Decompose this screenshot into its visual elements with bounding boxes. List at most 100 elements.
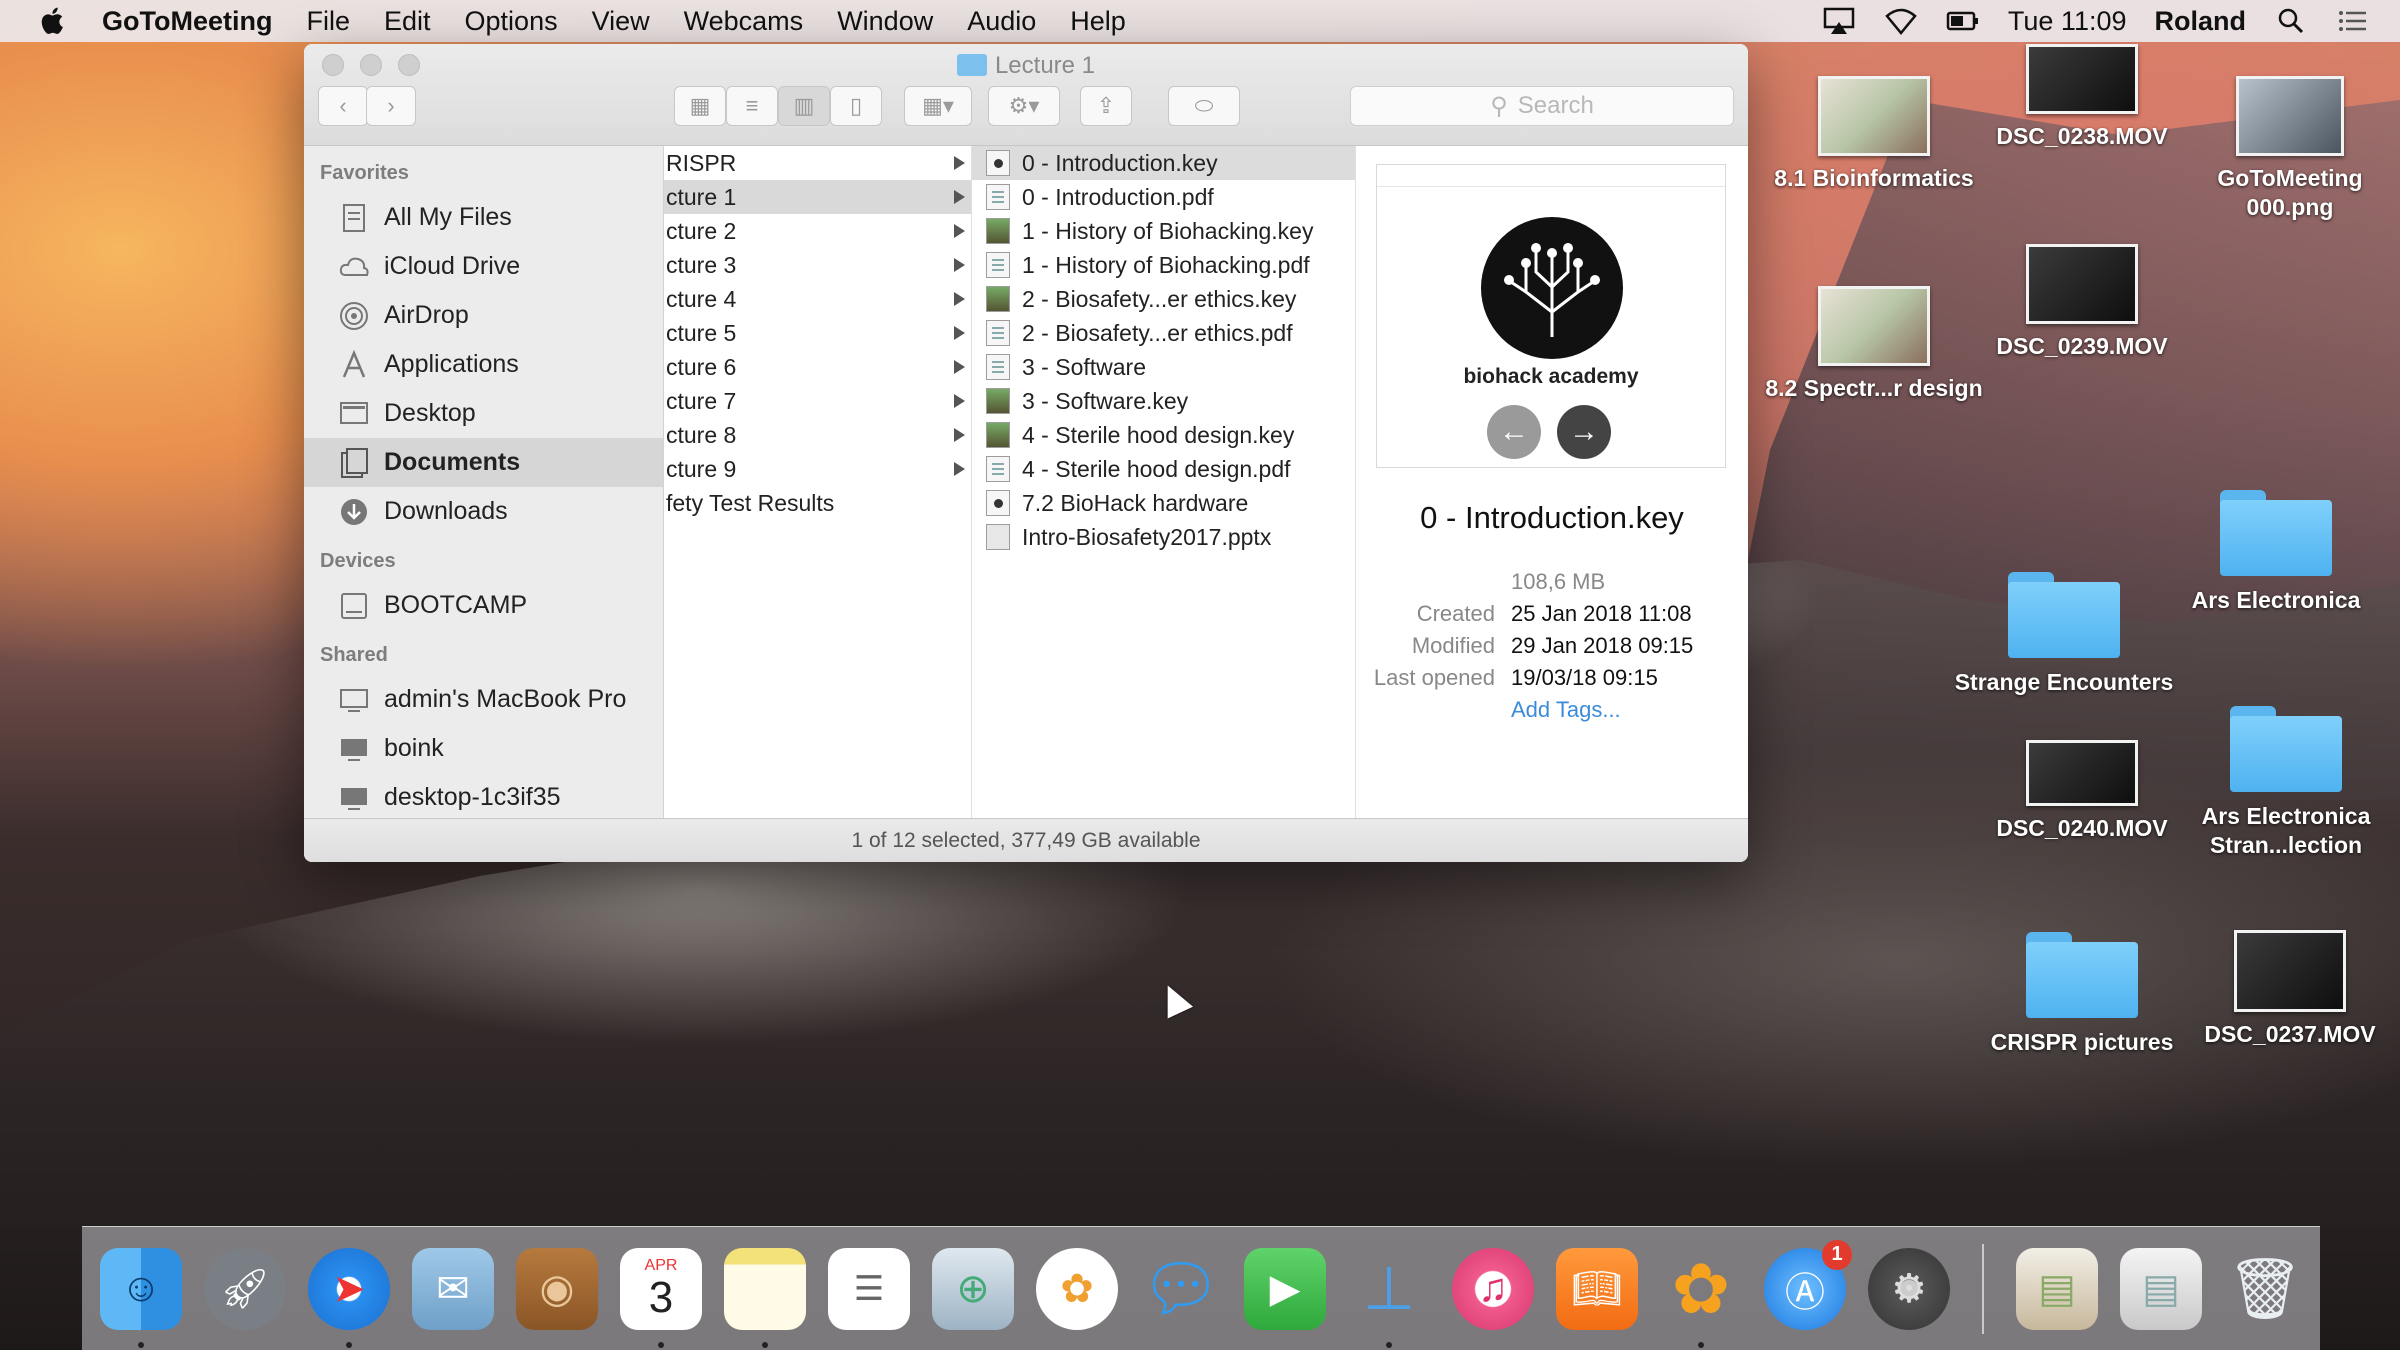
- ibooks-dock-icon[interactable]: 📖︎: [1556, 1247, 1638, 1330]
- file-row[interactable]: 2 - Biosafety...er ethics.key: [972, 282, 1355, 316]
- sidebar-item-admins-macbook[interactable]: admin's MacBook Pro: [304, 675, 663, 724]
- messages-dock-icon[interactable]: 💬︎: [1140, 1248, 1222, 1330]
- file-row[interactable]: 7.2 BioHack hardware: [972, 486, 1355, 520]
- notes-dock-icon[interactable]: [724, 1247, 806, 1348]
- launchpad-dock-icon[interactable]: 🚀︎: [204, 1247, 286, 1330]
- safari-dock-icon[interactable]: ➤: [308, 1247, 390, 1348]
- folder-row[interactable]: cture 1: [664, 180, 971, 214]
- finder-dock-icon[interactable]: ☺: [100, 1247, 182, 1348]
- menu-audio[interactable]: Audio: [967, 6, 1036, 37]
- maps-dock-icon[interactable]: ⊕: [932, 1247, 1014, 1330]
- file-row[interactable]: 1 - History of Biohacking.pdf: [972, 248, 1355, 282]
- file-row[interactable]: 4 - Sterile hood design.key: [972, 418, 1355, 452]
- desktop-item-dsc0238[interactable]: DSC_0238.MOV: [1972, 44, 2192, 151]
- spotlight-icon[interactable]: [2274, 6, 2308, 36]
- menu-view[interactable]: View: [592, 6, 650, 37]
- file-row[interactable]: 0 - Introduction.pdf: [972, 180, 1355, 214]
- photos-dock-icon[interactable]: ✿: [1036, 1247, 1118, 1330]
- view-coverflow-button[interactable]: ▯: [830, 86, 882, 126]
- next-page-button[interactable]: →: [1557, 405, 1611, 459]
- folder-row[interactable]: cture 9: [664, 452, 971, 486]
- desktop-item-spectr-design[interactable]: 8.2 Spectr...r design: [1764, 286, 1984, 403]
- file-row[interactable]: 3 - Software: [972, 350, 1355, 384]
- folder-row[interactable]: cture 4: [664, 282, 971, 316]
- view-columns-button[interactable]: ▥: [778, 86, 830, 126]
- preview-thumbnail[interactable]: biohack academy ← →: [1376, 164, 1726, 468]
- music-note-icon: ♫: [1478, 1266, 1508, 1310]
- menu-webcams[interactable]: Webcams: [684, 6, 804, 37]
- folder-row[interactable]: cture 5: [664, 316, 971, 350]
- sidebar-item-desktop-pc[interactable]: desktop-1c3if35: [304, 773, 663, 818]
- wifi-icon[interactable]: [1884, 6, 1918, 36]
- search-field[interactable]: ⚲ Search: [1350, 86, 1734, 126]
- desktop-folder-ars-electronica-collection[interactable]: Ars Electronica Stran...lection: [2176, 706, 2396, 860]
- arrange-button[interactable]: ▦▾: [904, 86, 972, 126]
- desktop-folder-crispr-pictures[interactable]: CRISPR pictures: [1972, 932, 2192, 1057]
- menu-edit[interactable]: Edit: [384, 6, 431, 37]
- sidebar-item-documents[interactable]: Documents: [304, 438, 663, 487]
- file-row[interactable]: 1 - History of Biohacking.key: [972, 214, 1355, 248]
- folder-row[interactable]: cture 6: [664, 350, 971, 384]
- apple-icon[interactable]: [36, 4, 70, 38]
- desktop-folder-strange-encounters[interactable]: Strange Encounters: [1954, 572, 2174, 697]
- desktop-folder-ars-electronica[interactable]: Ars Electronica: [2166, 490, 2386, 615]
- sidebar-item-applications[interactable]: Applications: [304, 340, 663, 389]
- calendar-dock-icon[interactable]: APR 3: [620, 1247, 702, 1348]
- folder-row[interactable]: cture 2: [664, 214, 971, 248]
- mail-dock-icon[interactable]: ✉: [412, 1247, 494, 1330]
- sidebar-item-airdrop[interactable]: AirDrop: [304, 291, 663, 340]
- file-row[interactable]: 2 - Biosafety...er ethics.pdf: [972, 316, 1355, 350]
- share-button[interactable]: ⇪: [1080, 86, 1132, 126]
- sidebar-item-desktop[interactable]: Desktop: [304, 389, 663, 438]
- desktop-item-dsc0239[interactable]: DSC_0239.MOV: [1972, 244, 2192, 361]
- sidebar-item-bootcamp[interactable]: BOOTCAMP: [304, 581, 663, 630]
- desktop-item-bioinformatics[interactable]: 8.1 Bioinformatics: [1764, 76, 1984, 193]
- view-icons-button[interactable]: ▦: [674, 86, 726, 126]
- battery-icon[interactable]: [1946, 6, 1980, 36]
- itunes-dock-icon[interactable]: ♫: [1452, 1247, 1534, 1330]
- add-tags-link[interactable]: Add Tags...: [1511, 697, 1621, 723]
- airplay-icon[interactable]: [1822, 6, 1856, 36]
- menu-help[interactable]: Help: [1070, 6, 1126, 37]
- trash-dock-icon[interactable]: 🗑︎: [2224, 1248, 2306, 1330]
- file-row[interactable]: 0 - Introduction.key: [972, 146, 1355, 180]
- forward-button[interactable]: ›: [366, 86, 416, 126]
- facetime-dock-icon[interactable]: ▶: [1244, 1247, 1326, 1330]
- folder-row[interactable]: cture 7: [664, 384, 971, 418]
- sidebar-item-downloads[interactable]: Downloads: [304, 487, 663, 536]
- documents-stack-dock-icon[interactable]: ▤: [2120, 1247, 2202, 1330]
- action-button[interactable]: ⚙▾: [988, 86, 1060, 126]
- folder-row[interactable]: RISPR: [664, 146, 971, 180]
- pdf-file-icon: [986, 252, 1010, 278]
- menu-options[interactable]: Options: [465, 6, 558, 37]
- sidebar-item-all-my-files[interactable]: All My Files: [304, 193, 663, 242]
- contacts-dock-icon[interactable]: ◉: [516, 1247, 598, 1330]
- sidebar-item-icloud-drive[interactable]: iCloud Drive: [304, 242, 663, 291]
- folder-row[interactable]: cture 8: [664, 418, 971, 452]
- notification-center-icon[interactable]: [2336, 6, 2370, 36]
- downloads-stack-dock-icon[interactable]: ▤: [2016, 1247, 2098, 1330]
- menu-clock[interactable]: Tue 11:09: [2008, 6, 2127, 37]
- back-button[interactable]: ‹: [318, 86, 368, 126]
- sidebar-item-boink[interactable]: boink: [304, 724, 663, 773]
- desktop-item-dsc0240[interactable]: DSC_0240.MOV: [1972, 740, 2192, 843]
- folder-row[interactable]: fety Test Results: [664, 486, 971, 520]
- menu-file[interactable]: File: [306, 6, 350, 37]
- tags-button[interactable]: ⬭: [1168, 86, 1240, 126]
- folder-row[interactable]: cture 3: [664, 248, 971, 282]
- file-row[interactable]: Intro-Biosafety2017.pptx: [972, 520, 1355, 554]
- menu-app-name[interactable]: GoToMeeting: [102, 6, 272, 37]
- desktop-item-gotomeeting-png[interactable]: GoToMeeting 000.png: [2180, 76, 2400, 222]
- gotomeeting-dock-icon[interactable]: ✿: [1660, 1248, 1742, 1348]
- desktop-item-dsc0237[interactable]: DSC_0237.MOV: [2180, 930, 2400, 1049]
- app-store-dock-icon[interactable]: Ⓐ 1: [1764, 1239, 1852, 1330]
- file-row[interactable]: 3 - Software.key: [972, 384, 1355, 418]
- menu-window[interactable]: Window: [837, 6, 933, 37]
- reminders-dock-icon[interactable]: ☰: [828, 1247, 910, 1330]
- file-row[interactable]: 4 - Sterile hood design.pdf: [972, 452, 1355, 486]
- menu-user[interactable]: Roland: [2155, 6, 2247, 37]
- keynote-dock-icon[interactable]: ⊥: [1348, 1248, 1430, 1348]
- system-preferences-dock-icon[interactable]: ⚙: [1868, 1247, 1950, 1330]
- view-list-button[interactable]: ≡: [726, 86, 778, 126]
- previous-page-button[interactable]: ←: [1487, 405, 1541, 459]
